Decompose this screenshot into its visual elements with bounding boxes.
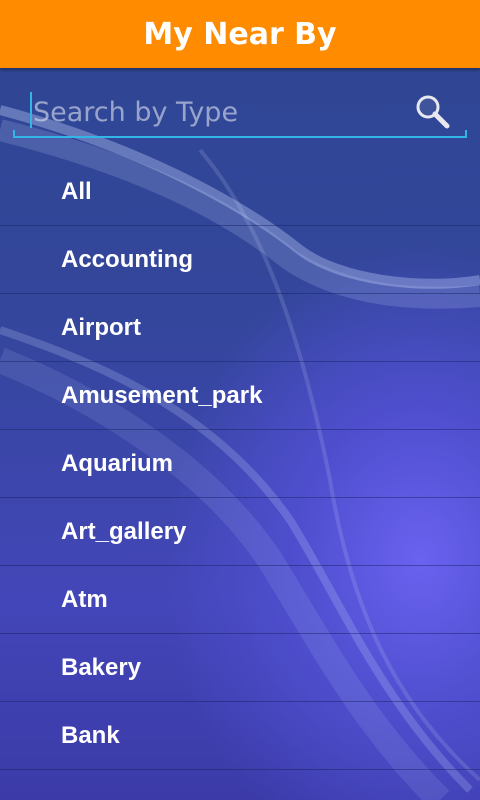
list-item-label: Atm (61, 585, 108, 613)
list-item-label: All (61, 177, 92, 205)
search-bar (13, 86, 467, 138)
title-bar: My Near By (0, 0, 480, 68)
list-item-art-gallery[interactable]: Art_gallery (0, 498, 480, 566)
list-item-label: Airport (61, 313, 141, 341)
list-item-all[interactable]: All (0, 158, 480, 226)
list-item-bank[interactable]: Bank (0, 702, 480, 770)
list-item-label: Aquarium (61, 449, 174, 477)
list-item-label: Art_gallery (61, 517, 187, 545)
list-item-amusement-park[interactable]: Amusement_park (0, 362, 480, 430)
list-item-accounting[interactable]: Accounting (0, 226, 480, 294)
list-item-aquarium[interactable]: Aquarium (0, 430, 480, 498)
search-input[interactable] (31, 90, 405, 134)
app-title: My Near By (143, 16, 337, 52)
type-list: All Accounting Airport Amusement_park Aq… (0, 158, 480, 770)
list-item-atm[interactable]: Atm (0, 566, 480, 634)
list-item-label: Bank (61, 721, 120, 749)
list-item-label: Amusement_park (61, 381, 263, 409)
search-icon[interactable] (413, 92, 453, 132)
list-item-label: Bakery (61, 653, 142, 681)
list-item-bakery[interactable]: Bakery (0, 634, 480, 702)
list-item-airport[interactable]: Airport (0, 294, 480, 362)
list-item-label: Accounting (61, 245, 193, 273)
